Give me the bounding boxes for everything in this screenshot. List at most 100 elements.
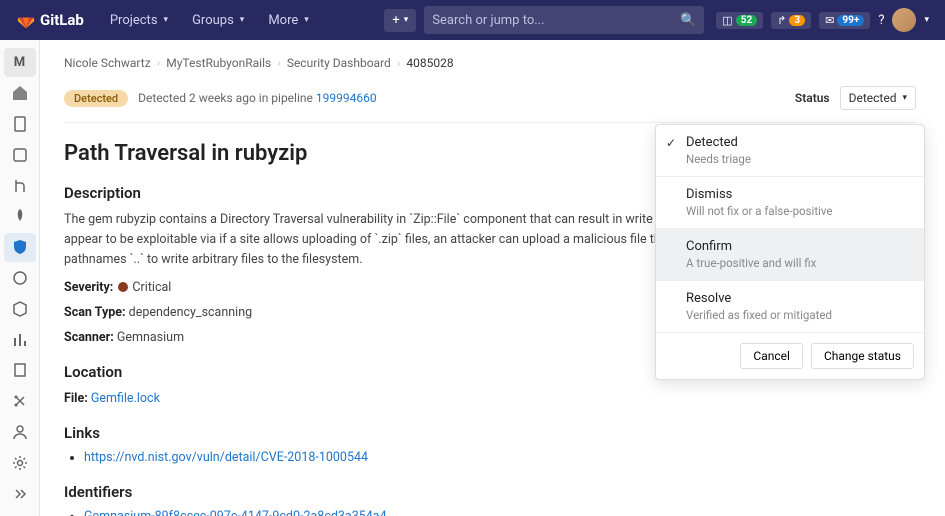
- user-avatar[interactable]: [892, 8, 916, 32]
- search-icon: 🔍: [680, 13, 696, 28]
- breadcrumb-item[interactable]: MyTestRubyonRails: [166, 56, 271, 70]
- status-option-dismiss[interactable]: Dismiss Will not fix or a false-positive: [656, 177, 924, 228]
- sidebar-settings[interactable]: [4, 448, 36, 477]
- option-subtitle: A true-positive and will fix: [686, 256, 910, 270]
- sidebar-cicd[interactable]: [4, 202, 36, 231]
- brand-text: GitLab: [40, 11, 84, 29]
- mr-count: 3: [789, 15, 805, 26]
- status-dropdown: ✓ Detected Needs triage Dismiss Will not…: [655, 124, 925, 380]
- home-icon: [12, 85, 28, 101]
- todos-count: 99+: [837, 15, 864, 26]
- links-heading: Links: [64, 424, 916, 442]
- sidebar-issues[interactable]: [4, 140, 36, 169]
- sidebar-packages[interactable]: [4, 294, 36, 323]
- new-dropdown[interactable]: +▾: [384, 9, 416, 32]
- status-option-resolve[interactable]: Resolve Verified as fixed or mitigated: [656, 281, 924, 332]
- option-title: Confirm: [686, 239, 910, 254]
- identifiers-heading: Identifiers: [64, 483, 916, 501]
- check-icon: ✓: [666, 136, 676, 150]
- chevron-down-icon: ▾: [902, 93, 907, 103]
- chevron-double-right-icon: [12, 486, 28, 502]
- merge-icon: ↱: [777, 14, 786, 27]
- issues-link[interactable]: ◫ 52: [716, 12, 763, 29]
- option-title: Dismiss: [686, 187, 910, 202]
- sidebar-collapse[interactable]: [4, 479, 36, 508]
- option-title: Detected: [686, 135, 910, 150]
- file-link[interactable]: Gemfile.lock: [91, 391, 160, 406]
- todos-link[interactable]: ✉99+: [819, 12, 870, 29]
- status-select-value: Detected: [849, 91, 897, 105]
- option-subtitle: Will not fix or a false-positive: [686, 204, 910, 218]
- status-bar: Detected Detected 2 weeks ago in pipelin…: [64, 86, 916, 123]
- status-option-detected[interactable]: ✓ Detected Needs triage: [656, 125, 924, 176]
- status-label: Status: [795, 91, 830, 105]
- global-search[interactable]: 🔍: [424, 6, 704, 34]
- option-subtitle: Verified as fixed or mitigated: [686, 308, 910, 322]
- plus-icon: +: [392, 13, 399, 28]
- scanner-label: Scanner:: [64, 330, 114, 345]
- ops-icon: [12, 270, 28, 286]
- detected-prefix: Detected 2 weeks ago in pipeline: [138, 91, 316, 105]
- sidebar-operations[interactable]: [4, 264, 36, 293]
- gitlab-logo[interactable]: GitLab: [16, 10, 84, 30]
- pipeline-link[interactable]: 199994660: [316, 91, 377, 105]
- nav-groups[interactable]: Groups: [182, 7, 254, 34]
- file-row: File: Gemfile.lock: [64, 391, 916, 406]
- help-icon[interactable]: ?: [878, 13, 884, 28]
- status-option-confirm[interactable]: Confirm A true-positive and will fix: [656, 229, 924, 280]
- main-content: Nicole Schwartz› MyTestRubyonRails› Secu…: [40, 40, 945, 516]
- project-avatar[interactable]: M: [4, 48, 36, 77]
- sidebar-members[interactable]: [4, 418, 36, 447]
- user-dropdown-chevron[interactable]: ▾: [924, 15, 929, 25]
- tanuki-icon: [16, 10, 36, 30]
- rocket-icon: [12, 208, 28, 224]
- left-sidebar: M: [0, 40, 40, 516]
- merge-request-icon: [12, 178, 28, 194]
- scissors-icon: [12, 393, 28, 409]
- nav-more[interactable]: More: [258, 7, 318, 34]
- status-select[interactable]: Detected ▾: [840, 86, 916, 110]
- cancel-button[interactable]: Cancel: [740, 343, 803, 369]
- package-icon: [12, 301, 28, 317]
- issues-icon: [12, 147, 28, 163]
- gear-icon: [12, 455, 28, 471]
- merge-requests-link[interactable]: ↱3: [771, 12, 811, 29]
- status-badge: Detected: [64, 90, 128, 107]
- external-link[interactable]: https://nvd.nist.gov/vuln/detail/CVE-201…: [84, 450, 368, 465]
- links-list: https://nvd.nist.gov/vuln/detail/CVE-201…: [64, 450, 916, 465]
- severity-label: Severity:: [64, 280, 113, 295]
- sidebar-analytics[interactable]: [4, 325, 36, 354]
- top-nav: Projects Groups More: [100, 7, 319, 34]
- breadcrumb-item[interactable]: Security Dashboard: [287, 56, 391, 70]
- sidebar-snippets[interactable]: [4, 387, 36, 416]
- doc-icon: [12, 116, 28, 132]
- option-subtitle: Needs triage: [686, 152, 910, 166]
- scanner-value: Gemnasium: [117, 330, 184, 345]
- severity-value: Critical: [132, 280, 171, 295]
- breadcrumb-item: 4085028: [406, 56, 453, 70]
- breadcrumb-item[interactable]: Nicole Schwartz: [64, 56, 151, 70]
- top-navbar: GitLab Projects Groups More +▾ 🔍 ◫52 ↱3 …: [0, 0, 945, 40]
- shield-icon: [12, 239, 28, 255]
- members-icon: [12, 424, 28, 440]
- nav-projects[interactable]: Projects: [100, 7, 178, 34]
- sidebar-repository[interactable]: [4, 110, 36, 139]
- breadcrumb: Nicole Schwartz› MyTestRubyonRails› Secu…: [64, 56, 916, 70]
- book-icon: [12, 362, 28, 378]
- sidebar-security[interactable]: [4, 233, 36, 262]
- todo-icon: ✉: [825, 14, 834, 27]
- detected-text: Detected 2 weeks ago in pipeline 1999946…: [138, 91, 376, 105]
- sidebar-merge-requests[interactable]: [4, 171, 36, 200]
- sidebar-wiki[interactable]: [4, 356, 36, 385]
- issue-icon: ◫: [722, 14, 732, 27]
- option-title: Resolve: [686, 291, 910, 306]
- file-label: File:: [64, 391, 88, 406]
- chart-icon: [12, 332, 28, 348]
- search-input[interactable]: [432, 13, 680, 28]
- issues-count: 52: [736, 15, 757, 26]
- scan-type-label: Scan Type:: [64, 305, 126, 320]
- identifiers-list: Gemnasium-89f8ccec-097c-4147-9cd0-2a8cd3…: [64, 509, 916, 516]
- identifier-link[interactable]: Gemnasium-89f8ccec-097c-4147-9cd0-2a8cd3…: [84, 509, 387, 516]
- change-status-button[interactable]: Change status: [811, 343, 914, 369]
- sidebar-overview[interactable]: [4, 79, 36, 108]
